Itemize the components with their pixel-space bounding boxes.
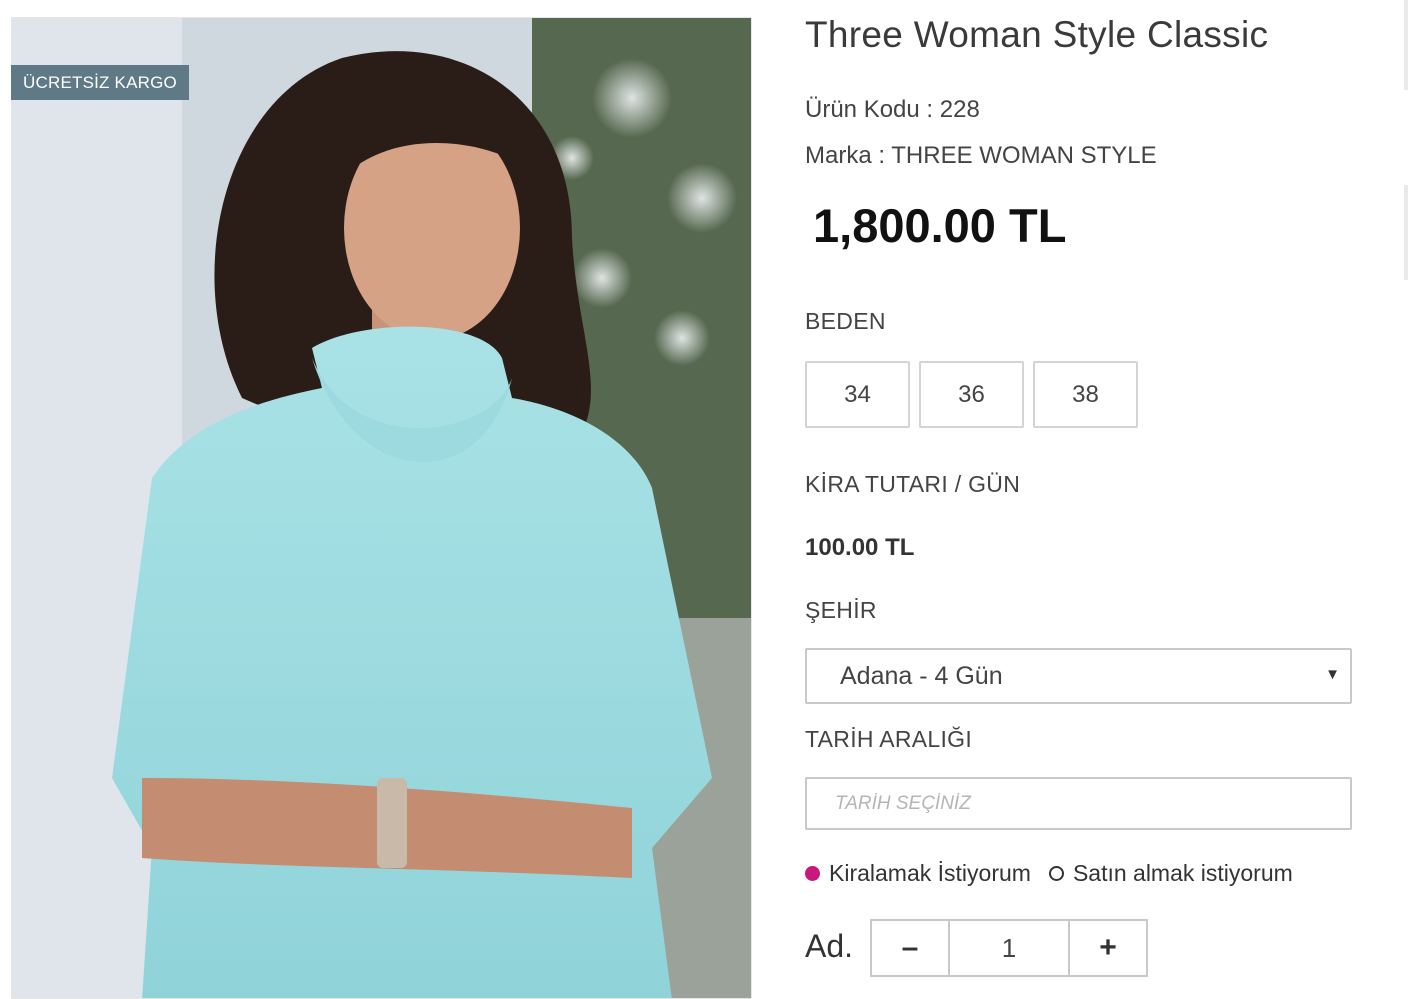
buy-option-label: Satın almak istiyorum	[1072, 860, 1293, 886]
size-options: 34 36 38	[805, 361, 1138, 428]
product-price: 1,800.00 TL	[813, 199, 1067, 252]
city-selected-value: Adana - 4 Gün	[840, 661, 1003, 690]
product-info: Three Woman Style Classic Ürün Kodu : 22…	[805, 0, 1365, 999]
purchase-type-options: Kiralamak İstiyorum Satın almak istiyoru…	[805, 860, 1293, 887]
caret-down-icon: ▼	[1325, 666, 1340, 683]
date-range-input[interactable]	[805, 777, 1352, 830]
quantity-increase-button[interactable]: +	[1070, 919, 1148, 977]
radio-selected-icon	[805, 866, 820, 881]
quantity-stepper: – +	[870, 919, 1148, 977]
free-shipping-badge: ÜCRETSİZ KARGO	[11, 65, 189, 100]
rent-option[interactable]: Kiralamak İstiyorum	[805, 860, 1031, 887]
scroll-edge	[1404, 185, 1408, 280]
rent-option-label: Kiralamak İstiyorum	[829, 860, 1031, 886]
size-option-38[interactable]: 38	[1033, 361, 1138, 428]
scroll-edge	[1404, 0, 1408, 90]
product-title: Three Woman Style Classic	[805, 14, 1269, 55]
product-photo	[12, 18, 751, 998]
product-image	[11, 17, 752, 999]
size-option-36[interactable]: 36	[919, 361, 1024, 428]
product-brand: Marka : THREE WOMAN STYLE	[805, 142, 1157, 169]
quantity-label: Ad.	[805, 928, 854, 964]
quantity-input[interactable]	[948, 919, 1070, 977]
city-label: ŞEHİR	[805, 597, 877, 623]
size-label: BEDEN	[805, 308, 886, 334]
size-option-34[interactable]: 34	[805, 361, 910, 428]
rent-price-label: KİRA TUTARI / GÜN	[805, 471, 1021, 497]
buy-option[interactable]: Satın almak istiyorum	[1048, 860, 1293, 887]
date-range-label: TARİH ARALIĞI	[805, 726, 973, 752]
city-select[interactable]: Adana - 4 Gün ▼	[805, 648, 1352, 704]
product-code: Ürün Kodu : 228	[805, 96, 980, 123]
rent-price-value: 100.00 TL	[805, 534, 915, 561]
radio-unselected-icon	[1048, 866, 1064, 881]
quantity-decrease-button[interactable]: –	[870, 919, 948, 977]
